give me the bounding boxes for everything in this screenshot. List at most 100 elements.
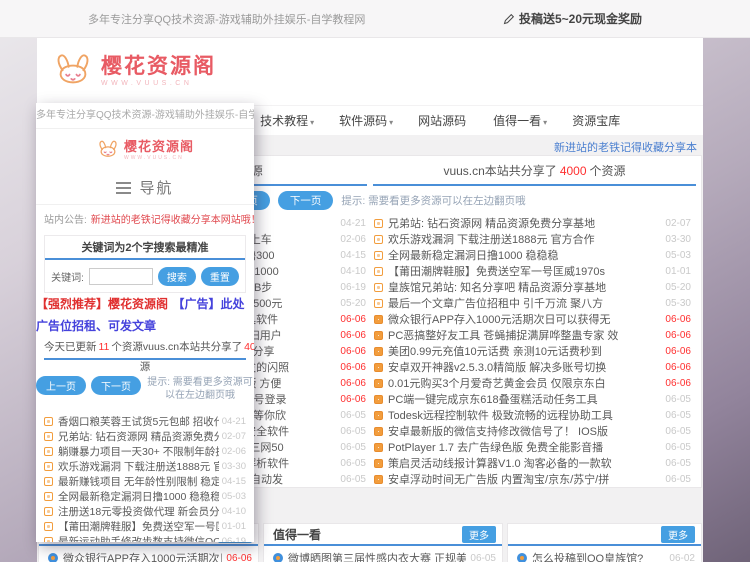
list-item[interactable]: 微众银行APP存入1000元活期次日可以获得无 06-06 [374, 311, 691, 327]
chevron-down-icon: ▾ [543, 118, 547, 127]
list-item[interactable]: 微众银行APP存入1000元活期次日可以获得无门 06-06 [39, 546, 258, 562]
site-logo[interactable]: 樱花资源阁 WWW.VUUS.CN [36, 129, 254, 171]
info-icon [517, 553, 527, 562]
post-icon [374, 379, 383, 388]
bottom-card-middle: 值得一看 更多 微博晒图第三届性感内衣大赛 正规美图等你欣赏 06-05 [263, 523, 503, 562]
list-item[interactable]: 最新运动助手修改步数支持微信QQ+ZFB步 06-19 [44, 534, 246, 542]
list-item[interactable]: 皇族馆兄弟站: 知名分享吧 精品资源分享基地 05-20 [374, 279, 691, 295]
more-button[interactable]: 更多 [462, 526, 496, 543]
item-date: 06-06 [340, 314, 366, 325]
list-item[interactable]: Todesk远程控制软件 极致流畅的远程协助工具 06-05 [374, 407, 691, 423]
post-icon [44, 462, 53, 471]
site-notice: 站内公告: 新进站的老铁记得收藏分享本网站哦！ [36, 205, 254, 231]
nav-item-label: 软件源码 [339, 114, 387, 128]
next-page-button[interactable]: 下一页 [91, 376, 141, 395]
pager-row: 上一页 下一页 提示: 需要看更多资源可以在左边翻页哦 [36, 376, 254, 412]
list-item[interactable]: 怎么投稿到QQ皇族馆? 06-02 [508, 546, 701, 562]
search-button[interactable]: 搜索 [158, 267, 196, 286]
post-icon [44, 417, 53, 426]
next-page-button[interactable]: 下一页 [278, 191, 334, 210]
post-icon [44, 447, 53, 456]
list-item[interactable]: 躺赚暴力项目一天30+ 不限制年龄抓紧上 02-06 [44, 444, 246, 459]
submit-reward-label: 投稿送5~20元现金奖励 [519, 10, 642, 27]
list-item[interactable]: 安卓双开神器v2.5.3.0精简版 解决多账号切换 06-06 [374, 359, 691, 375]
list-item[interactable]: 欢乐游戏漏洞 下载注册送1888元 官方合作 03-30 [374, 231, 691, 247]
list-item[interactable]: PC恶搞整好友工具 苍蝇捕捉满屏哗整蛊专家 效 06-06 [374, 327, 691, 343]
search-form: 关键词: 搜索 重置 [45, 260, 245, 292]
item-date: 06-06 [340, 346, 366, 357]
mobile-nav-toggle[interactable]: 导航 [36, 171, 254, 205]
item-date: 06-05 [340, 458, 366, 469]
item-date: 06-05 [665, 394, 691, 405]
item-date: 02-06 [340, 234, 366, 245]
site-logo[interactable]: 樱花资源阁 WWW.VUUS.CN [51, 53, 216, 91]
item-date: 06-19 [340, 282, 366, 293]
item-date: 06-05 [340, 474, 366, 485]
prev-page-button[interactable]: 上一页 [36, 376, 86, 395]
list-item[interactable]: 策启灵活动线报计算器V1.0 淘客必备的一款软 06-05 [374, 455, 691, 471]
total-count-number: 4000 [560, 164, 587, 178]
post-icon [44, 522, 53, 531]
nav-item[interactable]: 技术教程▾ [260, 112, 314, 129]
card-header: 值得一看 更多 [264, 524, 502, 546]
item-date: 05-20 [340, 298, 366, 309]
search-input[interactable] [89, 268, 153, 285]
item-date: 03-30 [665, 234, 691, 245]
tab-total-count: vuus.cn本站共分享了4000个资源 [373, 158, 696, 186]
post-icon [44, 537, 53, 542]
nav-item[interactable]: 值得一看▾ [493, 112, 547, 129]
list-item[interactable]: 注册送18元零投资做代理 新会员分红存 04-10 [44, 504, 246, 519]
item-title: 最新运动助手修改步数支持微信QQ+ZFB步 [58, 534, 219, 542]
card-header: 更多 [508, 524, 701, 546]
list-item[interactable]: 【莆田潮牌鞋服】免费送空军一号匡威1970s 01-01 [374, 263, 691, 279]
post-icon [374, 331, 383, 340]
post-icon [374, 475, 383, 484]
post-icon [374, 459, 383, 468]
promo-recommend-link[interactable]: 【强烈推荐】樱花资源阁 [36, 297, 168, 311]
list-item[interactable]: 最后一个文章广告位招租中 引千万流 聚八方 05-30 [374, 295, 691, 311]
item-date: 06-06 [340, 362, 366, 373]
nav-item[interactable]: 资源宝库 [572, 112, 622, 129]
post-icon [374, 267, 383, 276]
list-item[interactable]: 【莆田潮牌鞋服】免费送空军一号匡威 01-01 [44, 519, 246, 534]
post-icon [374, 347, 383, 356]
list-item[interactable]: 兄弟站: 钻石资源网 精品资源免费分享基 02-07 [44, 429, 246, 444]
list-item[interactable]: 全网最新稳定漏洞日撸1000 稳稳稳 05-03 [44, 489, 246, 504]
list-item[interactable]: PotPlayer 1.7 去广告绿色版 免费全能影音播 06-05 [374, 439, 691, 455]
item-date: 06-05 [340, 410, 366, 421]
item-title: 怎么投稿到QQ皇族馆? [532, 550, 665, 562]
list-item[interactable]: 兄弟站: 钻石资源网 精品资源免费分享基地 02-07 [374, 215, 691, 231]
item-date: 02-07 [665, 218, 691, 229]
nav-item[interactable]: 网站源码 [418, 112, 468, 129]
list-item[interactable]: PC端一键完成京东618叠蛋糕活动任务工具 06-05 [374, 391, 691, 407]
item-title: 最新赚钱项目 无年龄性别限制 稳定日撸 [58, 474, 219, 489]
top-strip: 多年专注分享QQ技术资源-游戏辅助外挂娱乐-自学教程网 投稿送5~20元现金奖励 [0, 0, 750, 38]
search-label: 关键词: [51, 269, 84, 284]
list-item[interactable]: 香烟口粮芙蓉王试货5元包邮 招收代理 04-21 [44, 414, 246, 429]
hamburger-icon [116, 182, 131, 194]
post-icon [44, 477, 53, 486]
item-date: 06-19 [222, 536, 246, 542]
item-date: 06-06 [340, 330, 366, 341]
notice-link[interactable]: 新进站的老铁记得收藏分享本网站哦！ [91, 211, 254, 226]
list-item[interactable]: 欢乐游戏漏洞 下载注册送1888元 官方合 03-30 [44, 459, 246, 474]
search-title: 关键词为2个字搜索最精准 [45, 236, 245, 260]
list-item[interactable]: 美团0.99元充值10元话费 亲测10元话费秒到 06-06 [374, 343, 691, 359]
reset-button[interactable]: 重置 [201, 267, 239, 286]
list-item[interactable]: 最新赚钱项目 无年龄性别限制 稳定日撸 04-15 [44, 474, 246, 489]
list-item[interactable]: 微博晒图第三届性感内衣大赛 正规美图等你欣赏 06-05 [264, 546, 502, 562]
nav-item[interactable]: 软件源码▾ [339, 112, 393, 129]
list-item[interactable]: 0.01元购买3个月爱奇艺黄金会员 仅限京东白 06-06 [374, 375, 691, 391]
list-item[interactable]: 安卓浮动时间无广告版 内置淘宝/京东/苏宁/拼 06-05 [374, 471, 691, 487]
item-date: 05-30 [665, 298, 691, 309]
list-item[interactable]: 全网最新稳定漏洞日撸1000 稳稳稳 05-03 [374, 247, 691, 263]
item-title: 皇族馆兄弟站: 知名分享吧 精品资源分享基地 [388, 279, 662, 295]
more-button[interactable]: 更多 [661, 526, 695, 543]
submit-reward-link[interactable]: 投稿送5~20元现金奖励 [503, 10, 642, 27]
item-date: 04-15 [222, 476, 246, 487]
item-title: 安卓双开神器v2.5.3.0精简版 解决多账号切换 [388, 359, 662, 375]
item-date: 06-05 [665, 426, 691, 437]
item-title: 欢乐游戏漏洞 下载注册送1888元 官方合作 [388, 231, 662, 247]
list-item[interactable]: 安卓最新版的微信支持修改微信号了！ IOS版 06-05 [374, 423, 691, 439]
item-title: PC端一键完成京东618叠蛋糕活动任务工具 [388, 391, 662, 407]
